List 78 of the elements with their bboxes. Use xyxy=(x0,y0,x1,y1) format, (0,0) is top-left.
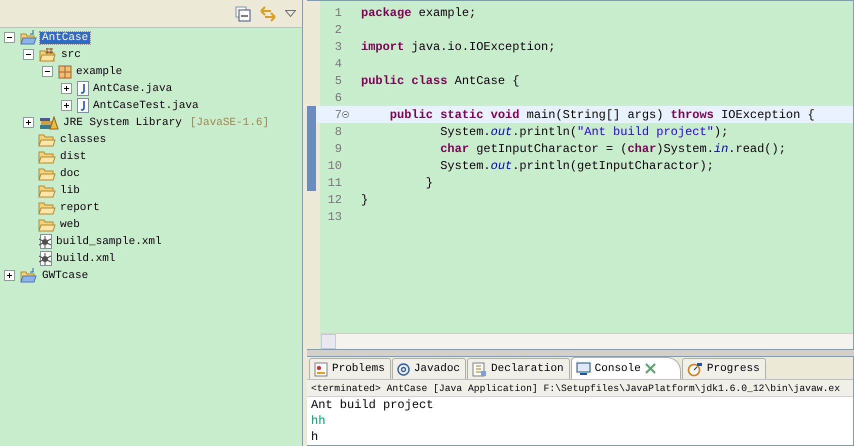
code-line: import java.io.IOException; xyxy=(361,40,556,54)
view-tab[interactable]: Console xyxy=(570,357,681,379)
line-number: 3 xyxy=(334,40,342,54)
code-line: System.out.println("Ant build project"); xyxy=(439,124,728,138)
collapse-all-icon[interactable] xyxy=(235,6,251,22)
line-number: 7 xyxy=(334,108,342,122)
tree-item[interactable]: dist xyxy=(58,150,88,162)
tree-item[interactable]: JRE System Library xyxy=(61,116,184,128)
tree-item[interactable]: AntCaseTest.java xyxy=(91,100,201,112)
tree-item[interactable]: report xyxy=(58,202,102,214)
line-number: 2 xyxy=(334,22,342,36)
source-folder-icon xyxy=(39,47,57,62)
expand-toggle[interactable] xyxy=(61,83,72,94)
java-file-icon xyxy=(77,81,89,96)
console-icon xyxy=(576,362,591,376)
view-tab[interactable]: Problems xyxy=(309,358,391,379)
code-line: } xyxy=(424,176,434,190)
line-number: 9 xyxy=(334,142,342,156)
tree-item[interactable]: web xyxy=(58,218,82,230)
line-number: 13 xyxy=(326,210,342,224)
at-icon xyxy=(396,362,410,376)
view-tab[interactable]: Progress xyxy=(682,358,766,379)
expand-toggle[interactable] xyxy=(61,100,72,111)
line-number: 1 xyxy=(334,6,342,20)
xml-file-icon xyxy=(38,234,52,249)
folder-icon xyxy=(38,200,56,214)
tree-item[interactable]: example xyxy=(74,66,124,78)
tree-item[interactable]: AntCase xyxy=(40,32,90,44)
line-number: 4 xyxy=(334,56,342,70)
folder-icon xyxy=(38,150,56,164)
code-line: public static void main(String[] args) throws IOException { xyxy=(388,108,815,122)
collapse-toggle[interactable] xyxy=(4,32,15,43)
code-line: public class AntCase { xyxy=(361,74,520,88)
tree-item[interactable]: GWTcase xyxy=(40,270,90,282)
line-number: 6 xyxy=(334,90,342,104)
code-line: package example; xyxy=(361,6,476,20)
project-icon xyxy=(20,30,38,45)
code-line: char getInputCharactor = (char)System.in.read(); xyxy=(439,142,786,156)
folder-icon xyxy=(38,166,56,180)
code-line: } xyxy=(361,192,368,206)
java-file-icon xyxy=(77,98,89,113)
tree-item[interactable]: build_sample.xml xyxy=(54,236,164,248)
progress-icon xyxy=(686,362,703,376)
library-version: [JavaSE-1.6] xyxy=(190,116,270,128)
problems-icon xyxy=(314,362,328,376)
expand-toggle[interactable] xyxy=(4,270,15,281)
console-line: Ant build project xyxy=(310,397,434,413)
console-line: h xyxy=(310,429,320,445)
menu-icon[interactable] xyxy=(285,10,296,17)
tree-item[interactable]: doc xyxy=(58,168,82,180)
package-icon xyxy=(58,64,72,78)
code-line: System.out.println(getInputCharactor); xyxy=(439,158,714,172)
folder-icon xyxy=(38,184,56,198)
folder-icon xyxy=(38,218,56,232)
line-number: 8 xyxy=(334,124,342,138)
collapse-toggle[interactable] xyxy=(42,66,53,77)
declaration-icon xyxy=(472,362,488,376)
tree-item[interactable]: src xyxy=(59,48,83,60)
fold-icon[interactable] xyxy=(342,111,349,118)
project-icon xyxy=(20,268,38,283)
expand-toggle[interactable] xyxy=(23,117,34,128)
tree-item[interactable]: lib xyxy=(58,184,82,196)
line-number: 12 xyxy=(326,192,342,206)
folder-icon xyxy=(38,132,56,146)
line-number: 11 xyxy=(326,176,342,190)
view-tab[interactable]: Declaration xyxy=(467,358,570,379)
console-line: hh xyxy=(310,413,326,429)
collapse-toggle[interactable] xyxy=(23,49,34,60)
line-number: 5 xyxy=(334,74,342,88)
console-title: <terminated> AntCase [Java Application] F:\Setupfiles\JavaPlatform\jdk1.6.0_12\bin\javaw.ex xyxy=(307,380,853,397)
view-tab[interactable]: Javadoc xyxy=(392,358,466,379)
tree-item[interactable]: classes xyxy=(58,134,108,146)
tree-item[interactable]: AntCase.java xyxy=(91,82,174,94)
line-number: 10 xyxy=(326,158,342,172)
library-icon xyxy=(39,116,59,130)
xml-file-icon xyxy=(38,251,52,266)
close-icon[interactable] xyxy=(644,363,656,374)
tree-item[interactable]: build.xml xyxy=(54,252,118,264)
